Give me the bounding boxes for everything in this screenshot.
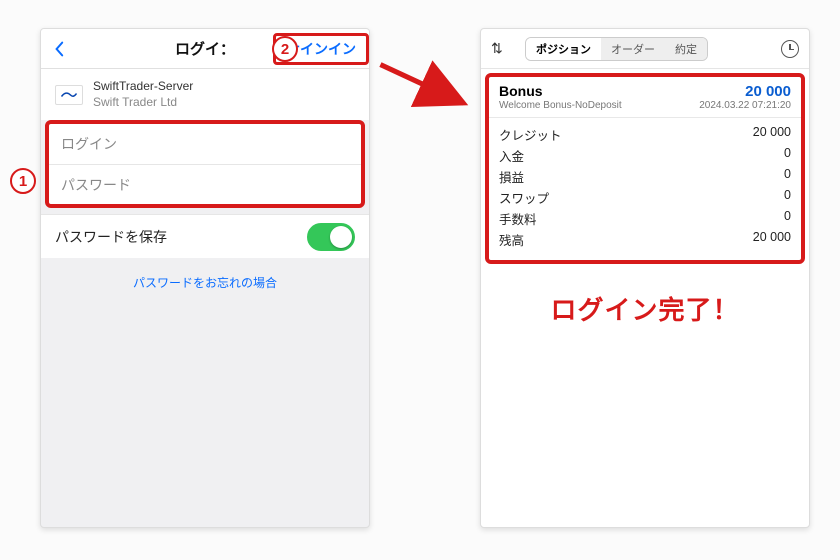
server-company: Swift Trader Ltd xyxy=(93,95,193,111)
login-complete-message: ログイン完了！ xyxy=(481,290,809,327)
back-chevron-icon[interactable] xyxy=(41,29,77,68)
login-header: ログイ： サインイン xyxy=(41,29,369,69)
row-pl: 損益0 xyxy=(499,166,791,187)
arrow-icon xyxy=(370,56,480,116)
history-clock-icon[interactable] xyxy=(781,40,799,58)
row-swap: スワップ0 xyxy=(499,187,791,208)
divider xyxy=(489,117,801,118)
tab-positions[interactable]: ポジション xyxy=(526,38,601,60)
account-screen: ⇅ ポジション オーダー 約定 Bonus 20 000 Welcome Bon… xyxy=(480,28,810,528)
row-deposit: 入金0 xyxy=(499,145,791,166)
row-commission: 手数料0 xyxy=(499,208,791,229)
server-logo-icon xyxy=(55,85,83,105)
login-input[interactable]: ログイン xyxy=(49,124,361,164)
server-row[interactable]: SwiftTrader-Server Swift Trader Ltd xyxy=(41,69,369,120)
account-header: ⇅ ポジション オーダー 約定 xyxy=(481,29,809,69)
tab-deals[interactable]: 約定 xyxy=(665,38,707,60)
segment-control[interactable]: ポジション オーダー 約定 xyxy=(525,37,708,61)
server-name: SwiftTrader-Server xyxy=(93,79,193,95)
save-password-label: パスワードを保存 xyxy=(55,227,167,247)
step-2-badge: 2 xyxy=(272,36,298,62)
forgot-password-link[interactable]: パスワードをお忘れの場合 xyxy=(41,258,369,307)
account-balance: 20 000 xyxy=(745,83,791,100)
row-equity: 残高20 000 xyxy=(499,229,791,250)
account-desc: Welcome Bonus-NoDeposit xyxy=(499,100,622,111)
sort-icon[interactable]: ⇅ xyxy=(491,40,509,58)
step-1-badge: 1 xyxy=(10,168,36,194)
account-name: Bonus xyxy=(499,83,543,99)
credentials-block: ログイン パスワード xyxy=(45,120,365,208)
login-screen: ログイ： サインイン SwiftTrader-Server Swift Trad… xyxy=(40,28,370,528)
account-timestamp: 2024.03.22 07:21:20 xyxy=(699,100,791,111)
save-password-toggle[interactable] xyxy=(307,223,355,251)
save-password-row: パスワードを保存 xyxy=(41,214,369,258)
password-input[interactable]: パスワード xyxy=(49,164,361,204)
tab-orders[interactable]: オーダー xyxy=(601,38,665,60)
account-summary: Bonus 20 000 Welcome Bonus-NoDeposit 202… xyxy=(485,73,805,264)
row-credit: クレジット20 000 xyxy=(499,124,791,145)
